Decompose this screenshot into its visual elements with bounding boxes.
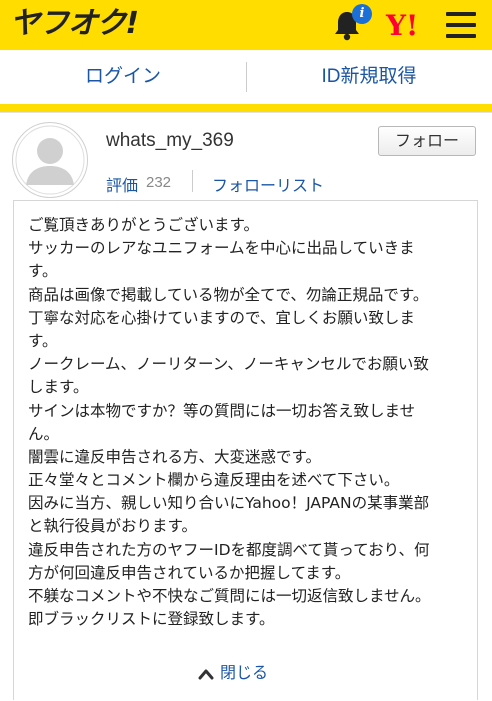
login-link[interactable]: ログイン — [0, 50, 246, 104]
follow-button[interactable]: フォロー — [378, 126, 476, 156]
stat-divider — [192, 170, 193, 192]
intro-line: します。 — [28, 378, 89, 397]
intro-line: す。 — [28, 331, 58, 350]
intro-line: サッカーのレアなユニフォームを中心に出品していきま — [28, 239, 415, 258]
rating-count: 232 — [146, 174, 172, 191]
intro-line: サインは本物ですか？等の質問には一切お答え致しませ — [28, 401, 416, 420]
follow-list-link[interactable]: フォローリスト — [212, 172, 324, 196]
rating-link[interactable]: 評価 — [106, 172, 138, 196]
intro-line: ご覧頂きありがとうございます。 — [28, 216, 259, 234]
yellow-separator — [0, 104, 492, 112]
intro-line: 因みに当方、親しい知り合いにYahoo！JAPANの某事業部 — [28, 494, 430, 513]
seller-username: whats_my_369 — [106, 130, 234, 151]
yahoo-logo[interactable]: Y! — [386, 8, 418, 44]
signup-link[interactable]: ID新規取得 — [246, 50, 492, 104]
hamburger-menu-icon[interactable] — [446, 12, 476, 38]
login-bar: ログイン ID新規取得 — [0, 50, 492, 104]
intro-line: と執行役員がおります。 — [28, 517, 197, 536]
default-user-avatar-icon — [12, 122, 88, 198]
intro-line: 不躾なコメントや不快なご質問には一切返信致しません。 — [28, 587, 431, 605]
intro-line: 正々堂々とコメント欄から違反理由を述べて下さい。 — [28, 471, 400, 490]
app-header: ヤフオク! i Y! — [0, 0, 492, 50]
intro-line: 商品は画像で掲載している物が全てで、勿論正規品です。 — [28, 285, 429, 304]
close-intro-button[interactable]: 閉じる — [198, 662, 268, 686]
intro-line: 丁寧な対応を心掛けていますので、宜しくお願い致しま — [28, 308, 415, 327]
self-introduction-text: ご覧頂きありがとうございます。 サッカーのレアなユニフォームを中心に出品していき… — [28, 214, 474, 631]
intro-line: 闇雲に違反申告される方、大変迷惑です。 — [28, 447, 321, 466]
intro-line: す。 — [28, 262, 58, 281]
close-label: 閉じる — [220, 665, 269, 682]
notification-badge[interactable]: i — [352, 4, 372, 24]
chevron-up-icon — [198, 669, 214, 680]
yahuoku-logo[interactable]: ヤフオク! — [10, 4, 139, 44]
intro-line: 方が何回違反申告されているか把握してます。 — [28, 563, 351, 582]
intro-line: 即ブラックリストに登録致します。 — [28, 610, 275, 629]
intro-line: ん。 — [28, 424, 60, 443]
intro-line: 違反申告された方のヤフーIDを都度調べて貰っており、何 — [28, 540, 430, 559]
intro-line: ノークレーム、ノーリターン、ノーキャンセルでお願い致 — [28, 355, 429, 374]
